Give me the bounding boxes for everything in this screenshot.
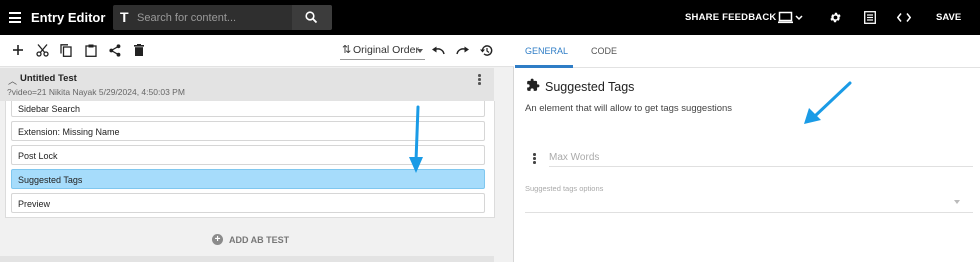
suggested-tags-options-select[interactable] xyxy=(525,212,973,213)
add-icon[interactable] xyxy=(12,44,24,56)
search-input[interactable]: Search for content... xyxy=(137,12,236,24)
entry-label: Suggested Tags xyxy=(18,175,83,185)
more-options-icon[interactable] xyxy=(478,74,481,86)
order-select[interactable]: ⇅ Original Order xyxy=(340,42,425,60)
annotation-arrow-diagonal xyxy=(804,81,852,124)
test-meta: ?video=21 Nikita Nayak 5/29/2024, 4:50:0… xyxy=(7,87,185,97)
chevron-down-icon[interactable] xyxy=(954,200,960,204)
test-name: Untitled Test xyxy=(20,73,77,84)
add-circle-icon: + xyxy=(212,234,223,245)
search-icon xyxy=(305,11,318,24)
save-button[interactable]: SAVE xyxy=(936,12,961,23)
undo-icon[interactable] xyxy=(432,45,445,55)
redo-icon[interactable] xyxy=(456,45,469,55)
suggested-tags-options-label: Suggested tags options xyxy=(525,184,604,193)
annotation-arrow-down xyxy=(409,105,423,173)
puzzle-icon xyxy=(527,78,540,91)
search-button[interactable] xyxy=(292,5,332,30)
history-icon[interactable] xyxy=(480,44,493,57)
search-box[interactable]: T Search for content... xyxy=(113,5,332,30)
cut-icon[interactable] xyxy=(36,44,49,57)
share-icon[interactable] xyxy=(109,44,121,57)
entry-label: Extension: Missing Name xyxy=(18,127,120,137)
entry-label: Sidebar Search xyxy=(18,104,81,114)
order-select-value: Original Order xyxy=(353,44,419,56)
app-title: Entry Editor xyxy=(31,10,106,25)
next-test-header xyxy=(0,256,494,262)
sort-icon: ⇅ xyxy=(342,44,352,56)
chevron-down-icon xyxy=(417,49,423,53)
field-options-icon[interactable] xyxy=(533,153,536,165)
content-type-icon: T xyxy=(120,9,129,25)
tab-general[interactable]: GENERAL xyxy=(525,46,568,56)
entry-label: Post Lock xyxy=(18,151,58,161)
copy-icon[interactable] xyxy=(60,44,72,57)
laptop-icon[interactable] xyxy=(778,11,804,25)
chevron-up-icon[interactable]: ︿ xyxy=(8,74,17,87)
share-feedback-button[interactable]: SHARE FEEDBACK xyxy=(685,12,776,23)
ab-test-header[interactable]: ︿ Untitled Test ?video=21 Nikita Nayak 5… xyxy=(0,68,494,101)
entry-tree-panel: ⇅ Original Order ︿ Untitled Test ?video=… xyxy=(0,35,514,262)
code-icon[interactable] xyxy=(897,13,911,22)
menu-icon[interactable] xyxy=(9,12,21,23)
active-tab-indicator xyxy=(515,65,573,68)
paste-icon[interactable] xyxy=(85,44,97,57)
add-ab-test-label: ADD AB TEST xyxy=(229,235,290,245)
entry-toolbar: ⇅ Original Order xyxy=(0,35,514,67)
panel-tabs: GENERAL CODE xyxy=(515,35,980,68)
list-icon[interactable] xyxy=(864,11,876,24)
list-item[interactable]: Preview xyxy=(11,193,485,213)
entry-label: Preview xyxy=(18,199,51,209)
delete-icon[interactable] xyxy=(134,44,144,56)
element-title: Suggested Tags xyxy=(545,80,635,94)
properties-panel: GENERAL CODE Suggested Tags An element t… xyxy=(515,35,980,262)
top-bar: Entry Editor T Search for content... SHA… xyxy=(0,0,980,35)
element-description: An element that will allow to get tags s… xyxy=(525,103,733,114)
max-words-input[interactable] xyxy=(549,148,973,167)
tab-code[interactable]: CODE xyxy=(591,46,617,56)
settings-icon[interactable] xyxy=(829,11,842,24)
